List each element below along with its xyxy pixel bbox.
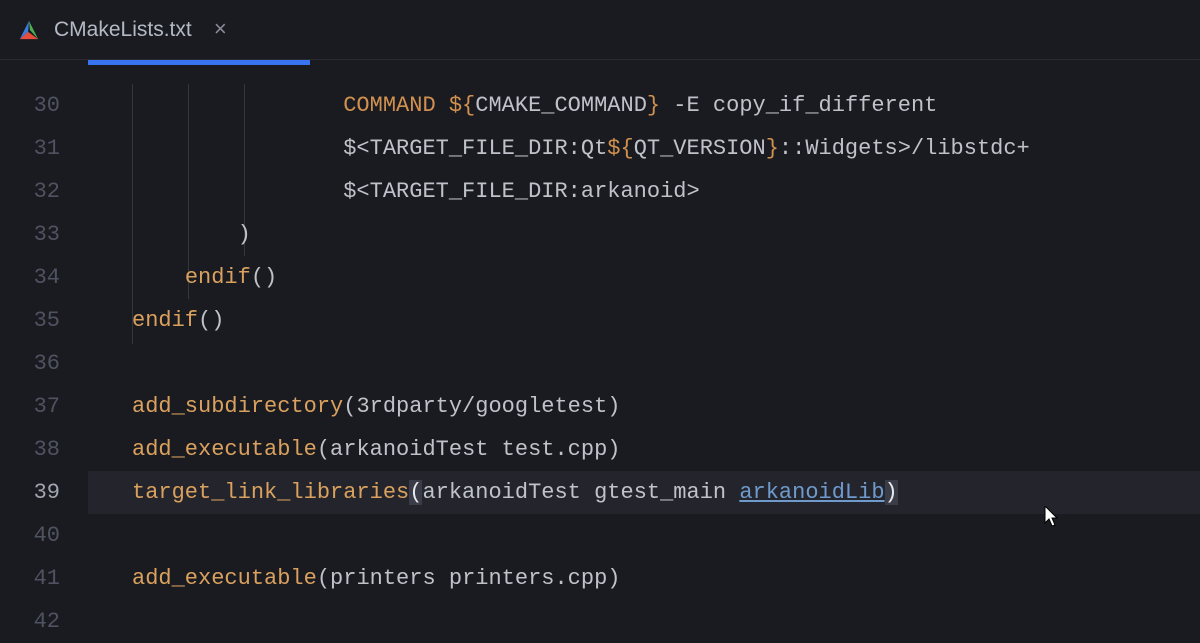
code-line[interactable]: endif()	[88, 299, 1200, 342]
line-number[interactable]: 36	[0, 342, 88, 385]
file-tab[interactable]: CMakeLists.txt ×	[0, 0, 245, 60]
code-line[interactable]: $<TARGET_FILE_DIR:Qt${QT_VERSION}::Widge…	[88, 127, 1200, 170]
code-content-area[interactable]: COMMAND ${CMAKE_COMMAND} -E copy_if_diff…	[88, 60, 1200, 643]
code-line[interactable]: add_executable(arkanoidTest test.cpp)	[88, 428, 1200, 471]
line-number[interactable]: 38	[0, 428, 88, 471]
code-editor[interactable]: 30 31 32 33 34 35 36 37 38 39 40 41 42 C…	[0, 60, 1200, 643]
symbol-link[interactable]: arkanoidLib	[739, 480, 884, 505]
line-number[interactable]: 41	[0, 557, 88, 600]
line-number[interactable]: 33	[0, 213, 88, 256]
cmake-file-icon	[18, 19, 40, 41]
line-number-gutter: 30 31 32 33 34 35 36 37 38 39 40 41 42	[0, 60, 88, 643]
line-number[interactable]: 35	[0, 299, 88, 342]
code-line[interactable]: add_executable(printers printers.cpp)	[88, 557, 1200, 600]
editor-tab-bar: CMakeLists.txt ×	[0, 0, 1200, 60]
line-number[interactable]: 42	[0, 600, 88, 643]
tab-filename-label: CMakeLists.txt	[54, 18, 192, 42]
line-number[interactable]: 37	[0, 385, 88, 428]
code-line[interactable]: add_subdirectory(3rdparty/googletest)	[88, 385, 1200, 428]
line-number[interactable]: 32	[0, 170, 88, 213]
line-number[interactable]: 30	[0, 84, 88, 127]
code-line[interactable]	[88, 342, 1200, 385]
code-line[interactable]	[88, 514, 1200, 557]
code-line[interactable]	[88, 600, 1200, 643]
line-number[interactable]: 39	[0, 471, 88, 514]
line-number[interactable]: 34	[0, 256, 88, 299]
code-line[interactable]: $<TARGET_FILE_DIR:arkanoid>	[88, 170, 1200, 213]
code-line[interactable]: endif()	[88, 256, 1200, 299]
code-line[interactable]: COMMAND ${CMAKE_COMMAND} -E copy_if_diff…	[88, 84, 1200, 127]
close-tab-button[interactable]: ×	[206, 18, 227, 43]
code-line[interactable]: )	[88, 213, 1200, 256]
line-number[interactable]: 31	[0, 127, 88, 170]
line-number[interactable]: 40	[0, 514, 88, 557]
code-line-active[interactable]: target_link_libraries(arkanoidTest gtest…	[88, 471, 1200, 514]
